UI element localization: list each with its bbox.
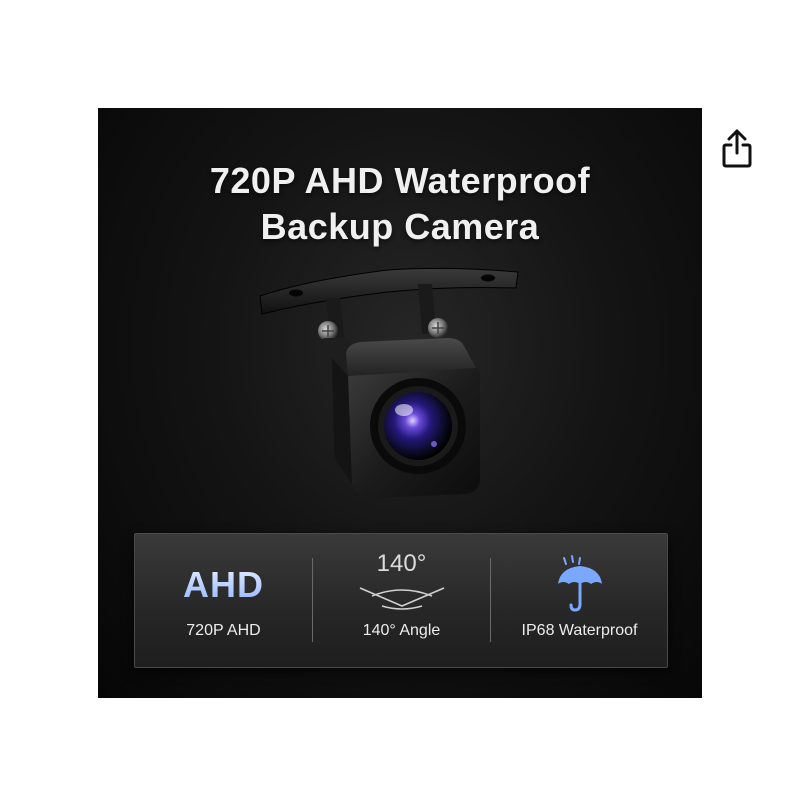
feature-panel: AHD 720P AHD 140° 140° Angle IP68 Waterp… [134,533,668,668]
ahd-logo: AHD [183,564,264,605]
feature-angle: 140° 140° Angle [313,534,490,667]
product-headline: 720P AHD Waterproof Backup Camera [98,158,702,250]
backup-camera-illustration [259,267,519,498]
share-button[interactable] [716,124,758,172]
umbrella-icon [557,555,602,612]
headline-line-2: Backup Camera [260,206,540,247]
feature-label: IP68 Waterproof [521,622,638,639]
headline-line-1: 720P AHD Waterproof [209,160,591,201]
product-image[interactable]: 720P AHD Waterproof Backup Camera AHD 72… [98,108,702,698]
feature-label: 720P AHD [186,622,261,639]
feature-waterproof: IP68 Waterproof [491,534,668,667]
feature-ahd: AHD 720P AHD [135,534,312,667]
feature-label: 140° Angle [362,622,441,639]
share-icon [722,129,752,168]
angle-value: 140° [376,550,427,577]
